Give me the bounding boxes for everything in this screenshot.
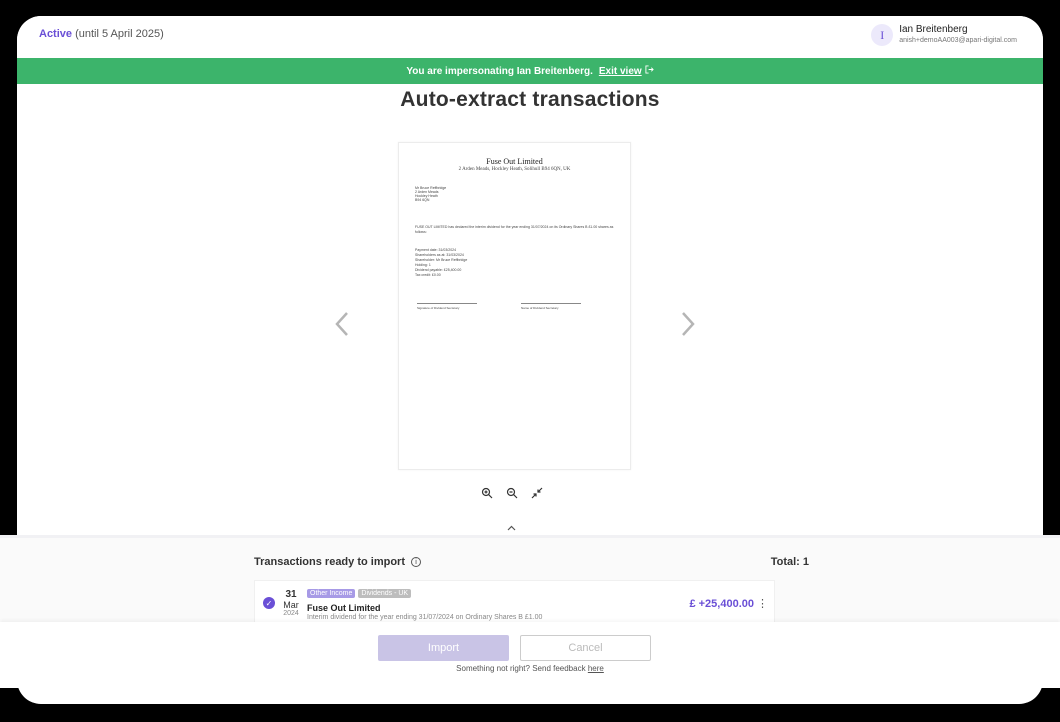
feedback-text: Something not right? Send feedback here <box>0 664 1060 673</box>
doc-address: 2 Arden Meads, Hockley Heath, Solihull B… <box>458 167 571 172</box>
zoom-toolbar <box>480 486 544 500</box>
doc-recipient-line: B94 6QN <box>415 198 430 202</box>
signature-label-right: Name of Dividend Secretary <box>521 306 559 310</box>
chevron-up-icon <box>507 525 516 531</box>
banner-text: You are impersonating Ian Breitenberg. <box>406 65 593 77</box>
transactions-heading: Transactions ready to import i <box>254 556 421 568</box>
chevron-right-icon <box>682 312 695 336</box>
collapse-panel-button[interactable] <box>507 523 516 533</box>
doc-declaration: FUSE OUT LIMITED has declared the interi… <box>415 225 614 234</box>
doc-recipient: Mr Bruce Reffbridge 2 Arden Meads Hockle… <box>415 186 446 202</box>
subscription-status: Active (until 5 April 2025) <box>39 28 164 40</box>
user-name: Ian Breitenberg <box>899 24 968 35</box>
feedback-message: Something not right? Send feedback <box>456 664 586 673</box>
impersonation-banner: You are impersonating Ian Breitenberg. E… <box>17 58 1043 84</box>
transaction-row[interactable]: ✓ 31 Mar 2024 Other Income Dividends - U… <box>254 580 775 624</box>
zoom-in-icon[interactable] <box>480 486 494 500</box>
transactions-heading-text: Transactions ready to import <box>254 556 405 568</box>
transaction-tags: Other Income Dividends - UK <box>307 589 412 598</box>
transaction-name: Fuse Out Limited <box>307 603 381 613</box>
document-preview: Fuse Out Limited 2 Arden Meads, Hockley … <box>398 142 631 470</box>
user-menu[interactable]: I Ian Breitenberg anish+demoAA003@apari-… <box>871 24 1017 46</box>
fit-to-screen-icon[interactable] <box>530 486 544 500</box>
checkmark-icon[interactable]: ✓ <box>263 597 275 609</box>
date-day: 31 <box>285 589 297 600</box>
transaction-amount: £ +25,400.00 <box>689 598 754 610</box>
date-year: 2024 <box>283 610 299 617</box>
import-button[interactable]: Import <box>378 635 509 661</box>
cancel-button[interactable]: Cancel <box>520 635 651 661</box>
more-options-icon[interactable]: ⋮ <box>757 597 768 610</box>
doc-company: Fuse Out Limited <box>486 157 543 166</box>
avatar: I <box>871 24 894 46</box>
signature-line <box>417 303 477 304</box>
info-icon[interactable]: i <box>410 557 421 567</box>
date-month: Mar <box>283 600 299 610</box>
signature-line <box>521 303 581 304</box>
previous-document-button[interactable] <box>333 311 351 344</box>
feedback-link[interactable]: here <box>588 664 604 673</box>
status-detail: (until 5 April 2025) <box>75 28 164 40</box>
category-tag[interactable]: Other Income <box>307 589 356 598</box>
doc-details: Payment date: 31/03/2024 Shareholders as… <box>415 248 467 278</box>
panel-divider <box>0 535 1060 538</box>
signature-label-left: Signature of Dividend Secretary <box>417 306 460 310</box>
transaction-description: Interim dividend for the year ending 31/… <box>307 614 543 621</box>
status-label: Active <box>39 28 73 40</box>
transaction-date: 31 Mar 2024 <box>280 589 302 617</box>
top-bar: Active (until 5 April 2025) I Ian Breite… <box>17 16 1043 58</box>
doc-detail-line: Tax credit: £0.00 <box>415 273 441 277</box>
chevron-left-icon <box>335 312 348 336</box>
zoom-out-icon[interactable] <box>505 486 519 500</box>
user-email: anish+demoAA003@apari-digital.com <box>899 37 1017 44</box>
page-title: Auto-extract transactions <box>400 88 660 111</box>
transactions-total: Total: 1 <box>770 556 809 568</box>
exit-view-link[interactable]: Exit view <box>599 66 642 77</box>
next-document-button[interactable] <box>679 311 697 344</box>
exit-icon[interactable] <box>645 65 654 77</box>
subcategory-tag[interactable]: Dividends - UK <box>358 589 412 598</box>
